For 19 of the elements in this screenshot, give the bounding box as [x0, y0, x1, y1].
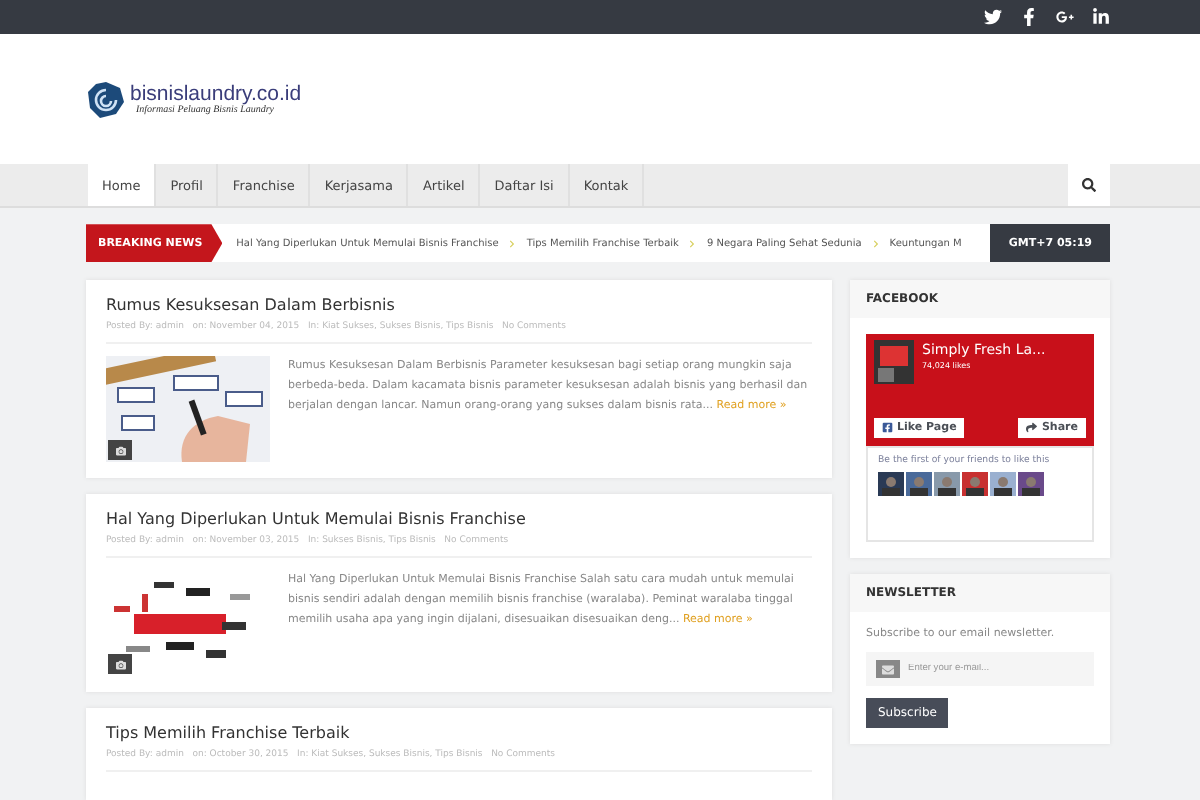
logo-icon [88, 81, 124, 118]
linkedin-icon[interactable] [1092, 7, 1110, 26]
camera-icon [108, 440, 132, 460]
search-button[interactable] [1068, 164, 1110, 207]
search-icon [1082, 178, 1096, 193]
chevron-icon [688, 239, 697, 248]
envelope-icon [876, 660, 900, 678]
chevron-icon [508, 239, 517, 248]
share-icon [1026, 422, 1038, 434]
facebook-icon [882, 422, 893, 434]
facebook-icon[interactable] [1020, 7, 1038, 26]
site-name[interactable]: bisnislaundry.co.id [130, 82, 302, 107]
post-title[interactable]: Rumus Kesuksesan Dalam Berbisnis [106, 296, 812, 314]
twitter-icon[interactable] [984, 7, 1002, 26]
post-title[interactable]: Tips Memilih Franchise Terbaik [106, 724, 812, 742]
post-title[interactable]: Hal Yang Diperlukan Untuk Memulai Bisnis Franchise [106, 510, 812, 528]
google-plus-icon[interactable] [1056, 7, 1074, 26]
chevron-icon [871, 239, 880, 248]
camera-icon [108, 654, 132, 674]
